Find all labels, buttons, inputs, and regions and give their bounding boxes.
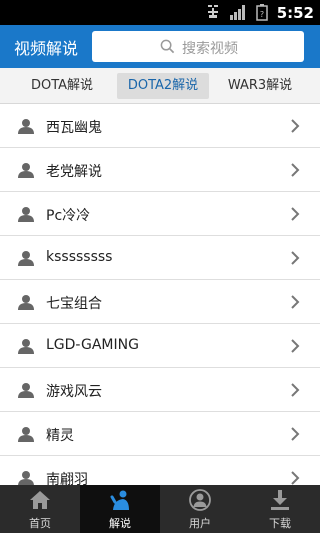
tab-dota2[interactable]: DOTA2解说 (117, 73, 209, 99)
nav-download[interactable]: 下载 (240, 485, 320, 533)
person-icon (18, 119, 34, 134)
nav-user[interactable]: 用户 (160, 485, 240, 533)
list-item-label: 精灵 (46, 428, 74, 444)
user-icon (189, 489, 211, 511)
chevron-right-icon (291, 119, 300, 133)
list-item-label: 南翩羽 (46, 472, 88, 485)
chevron-right-icon (291, 163, 300, 177)
list-item-label: 游戏风云 (46, 384, 102, 400)
list-item-label: LGD-GAMING (46, 337, 139, 353)
signal-icon (230, 5, 245, 20)
nav-download-label: 下载 (269, 517, 291, 530)
list-item[interactable]: 七宝组合 (0, 280, 320, 324)
list-item-label: Pc冷冷 (46, 208, 91, 224)
list-item-label: 老党解说 (46, 164, 102, 180)
commentator-icon (110, 490, 129, 510)
chevron-right-icon (291, 339, 300, 353)
status-bar: ? 5:52 (0, 0, 320, 25)
chevron-right-icon (291, 471, 300, 485)
list-item[interactable]: 精灵 (0, 412, 320, 456)
person-icon (18, 339, 34, 354)
list-item-label: 西瓦幽鬼 (46, 120, 102, 136)
list-item[interactable]: 西瓦幽鬼 (0, 104, 320, 148)
person-icon (18, 383, 34, 398)
list-item[interactable]: 老党解说 (0, 148, 320, 192)
list-item[interactable]: 游戏风云 (0, 368, 320, 412)
chevron-right-icon (291, 295, 300, 309)
svg-text:?: ? (260, 10, 264, 19)
category-tabs: DOTA解说 DOTA2解说 WAR3解说 (0, 68, 320, 104)
chevron-right-icon (291, 207, 300, 221)
person-icon (18, 471, 34, 485)
app-title: 视频解说 (14, 39, 79, 58)
search-input[interactable]: 搜索视频 (92, 31, 304, 62)
person-icon (18, 207, 34, 222)
bottom-nav: 首页 解说 用户 下载 (0, 485, 320, 533)
person-icon (18, 295, 34, 310)
chevron-right-icon (291, 383, 300, 397)
usb-debug-icon (208, 5, 218, 18)
status-time: 5:52 (276, 4, 314, 22)
list-item[interactable]: 南翩羽 (0, 456, 320, 485)
nav-home[interactable]: 首页 (0, 485, 80, 533)
list-item[interactable]: kssssssss (0, 236, 320, 280)
person-icon (18, 427, 34, 442)
list-item-label: 七宝组合 (46, 296, 102, 312)
tab-war3[interactable]: WAR3解说 (218, 73, 302, 99)
nav-commentary[interactable]: 解说 (80, 485, 160, 533)
nav-home-label: 首页 (29, 517, 51, 530)
list-item-label: kssssssss (46, 249, 113, 265)
app-header: 视频解说 搜索视频 (0, 25, 320, 68)
list-item[interactable]: Pc冷冷 (0, 192, 320, 236)
chevron-right-icon (291, 251, 300, 265)
home-icon (30, 491, 50, 509)
download-icon (271, 490, 289, 510)
search-placeholder: 搜索视频 (182, 41, 238, 57)
person-icon (18, 251, 34, 266)
tab-dota[interactable]: DOTA解说 (20, 73, 104, 99)
person-icon (18, 163, 34, 178)
commentator-list: 西瓦幽鬼 老党解说 Pc冷冷 kssssssss 七宝组合 LGD-GAMING… (0, 104, 320, 485)
list-item[interactable]: LGD-GAMING (0, 324, 320, 368)
chevron-right-icon (291, 427, 300, 441)
battery-icon: ? (256, 4, 268, 21)
nav-commentary-label: 解说 (109, 517, 131, 530)
search-icon (160, 39, 175, 54)
nav-user-label: 用户 (189, 517, 211, 530)
